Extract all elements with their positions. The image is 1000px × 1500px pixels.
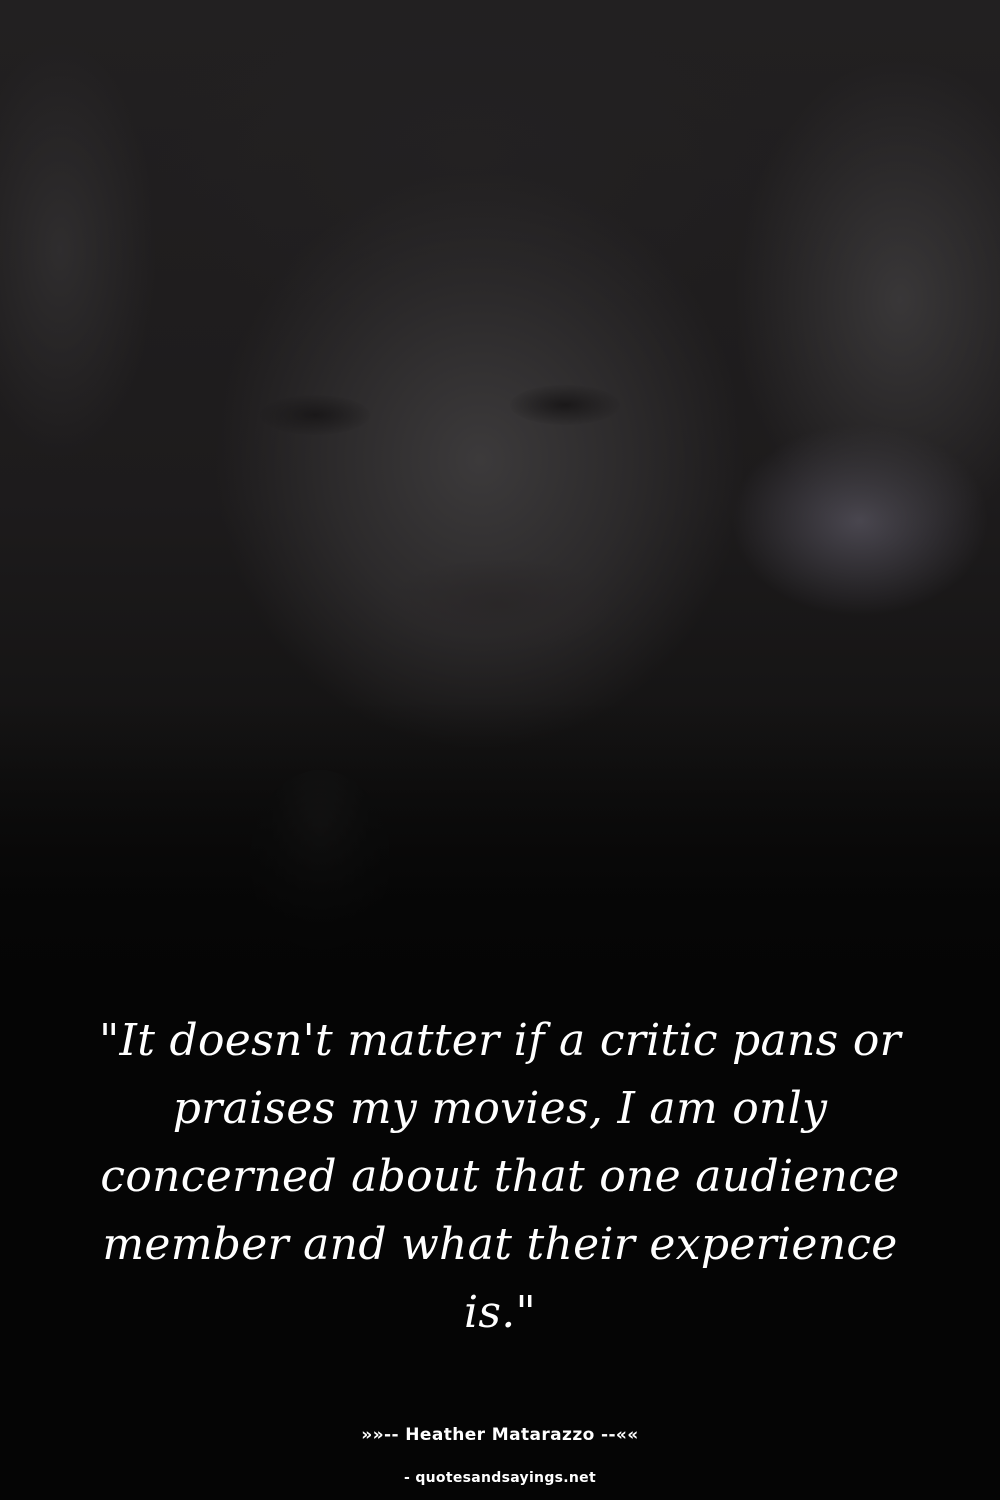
source-watermark: - quotesandsayings.net <box>404 1470 596 1486</box>
quote-poster: "It doesn't matter if a critic pans or p… <box>0 0 1000 1500</box>
quote-author: »»-- Heather Matarazzo --«« <box>361 1425 639 1445</box>
quote-text: "It doesn't matter if a critic pans or p… <box>99 1015 901 1338</box>
portrait-left-eye <box>260 395 370 435</box>
portrait-right-eye <box>510 385 620 425</box>
portrait-mouth <box>390 560 610 650</box>
bottom-fade-overlay <box>0 700 1000 1020</box>
